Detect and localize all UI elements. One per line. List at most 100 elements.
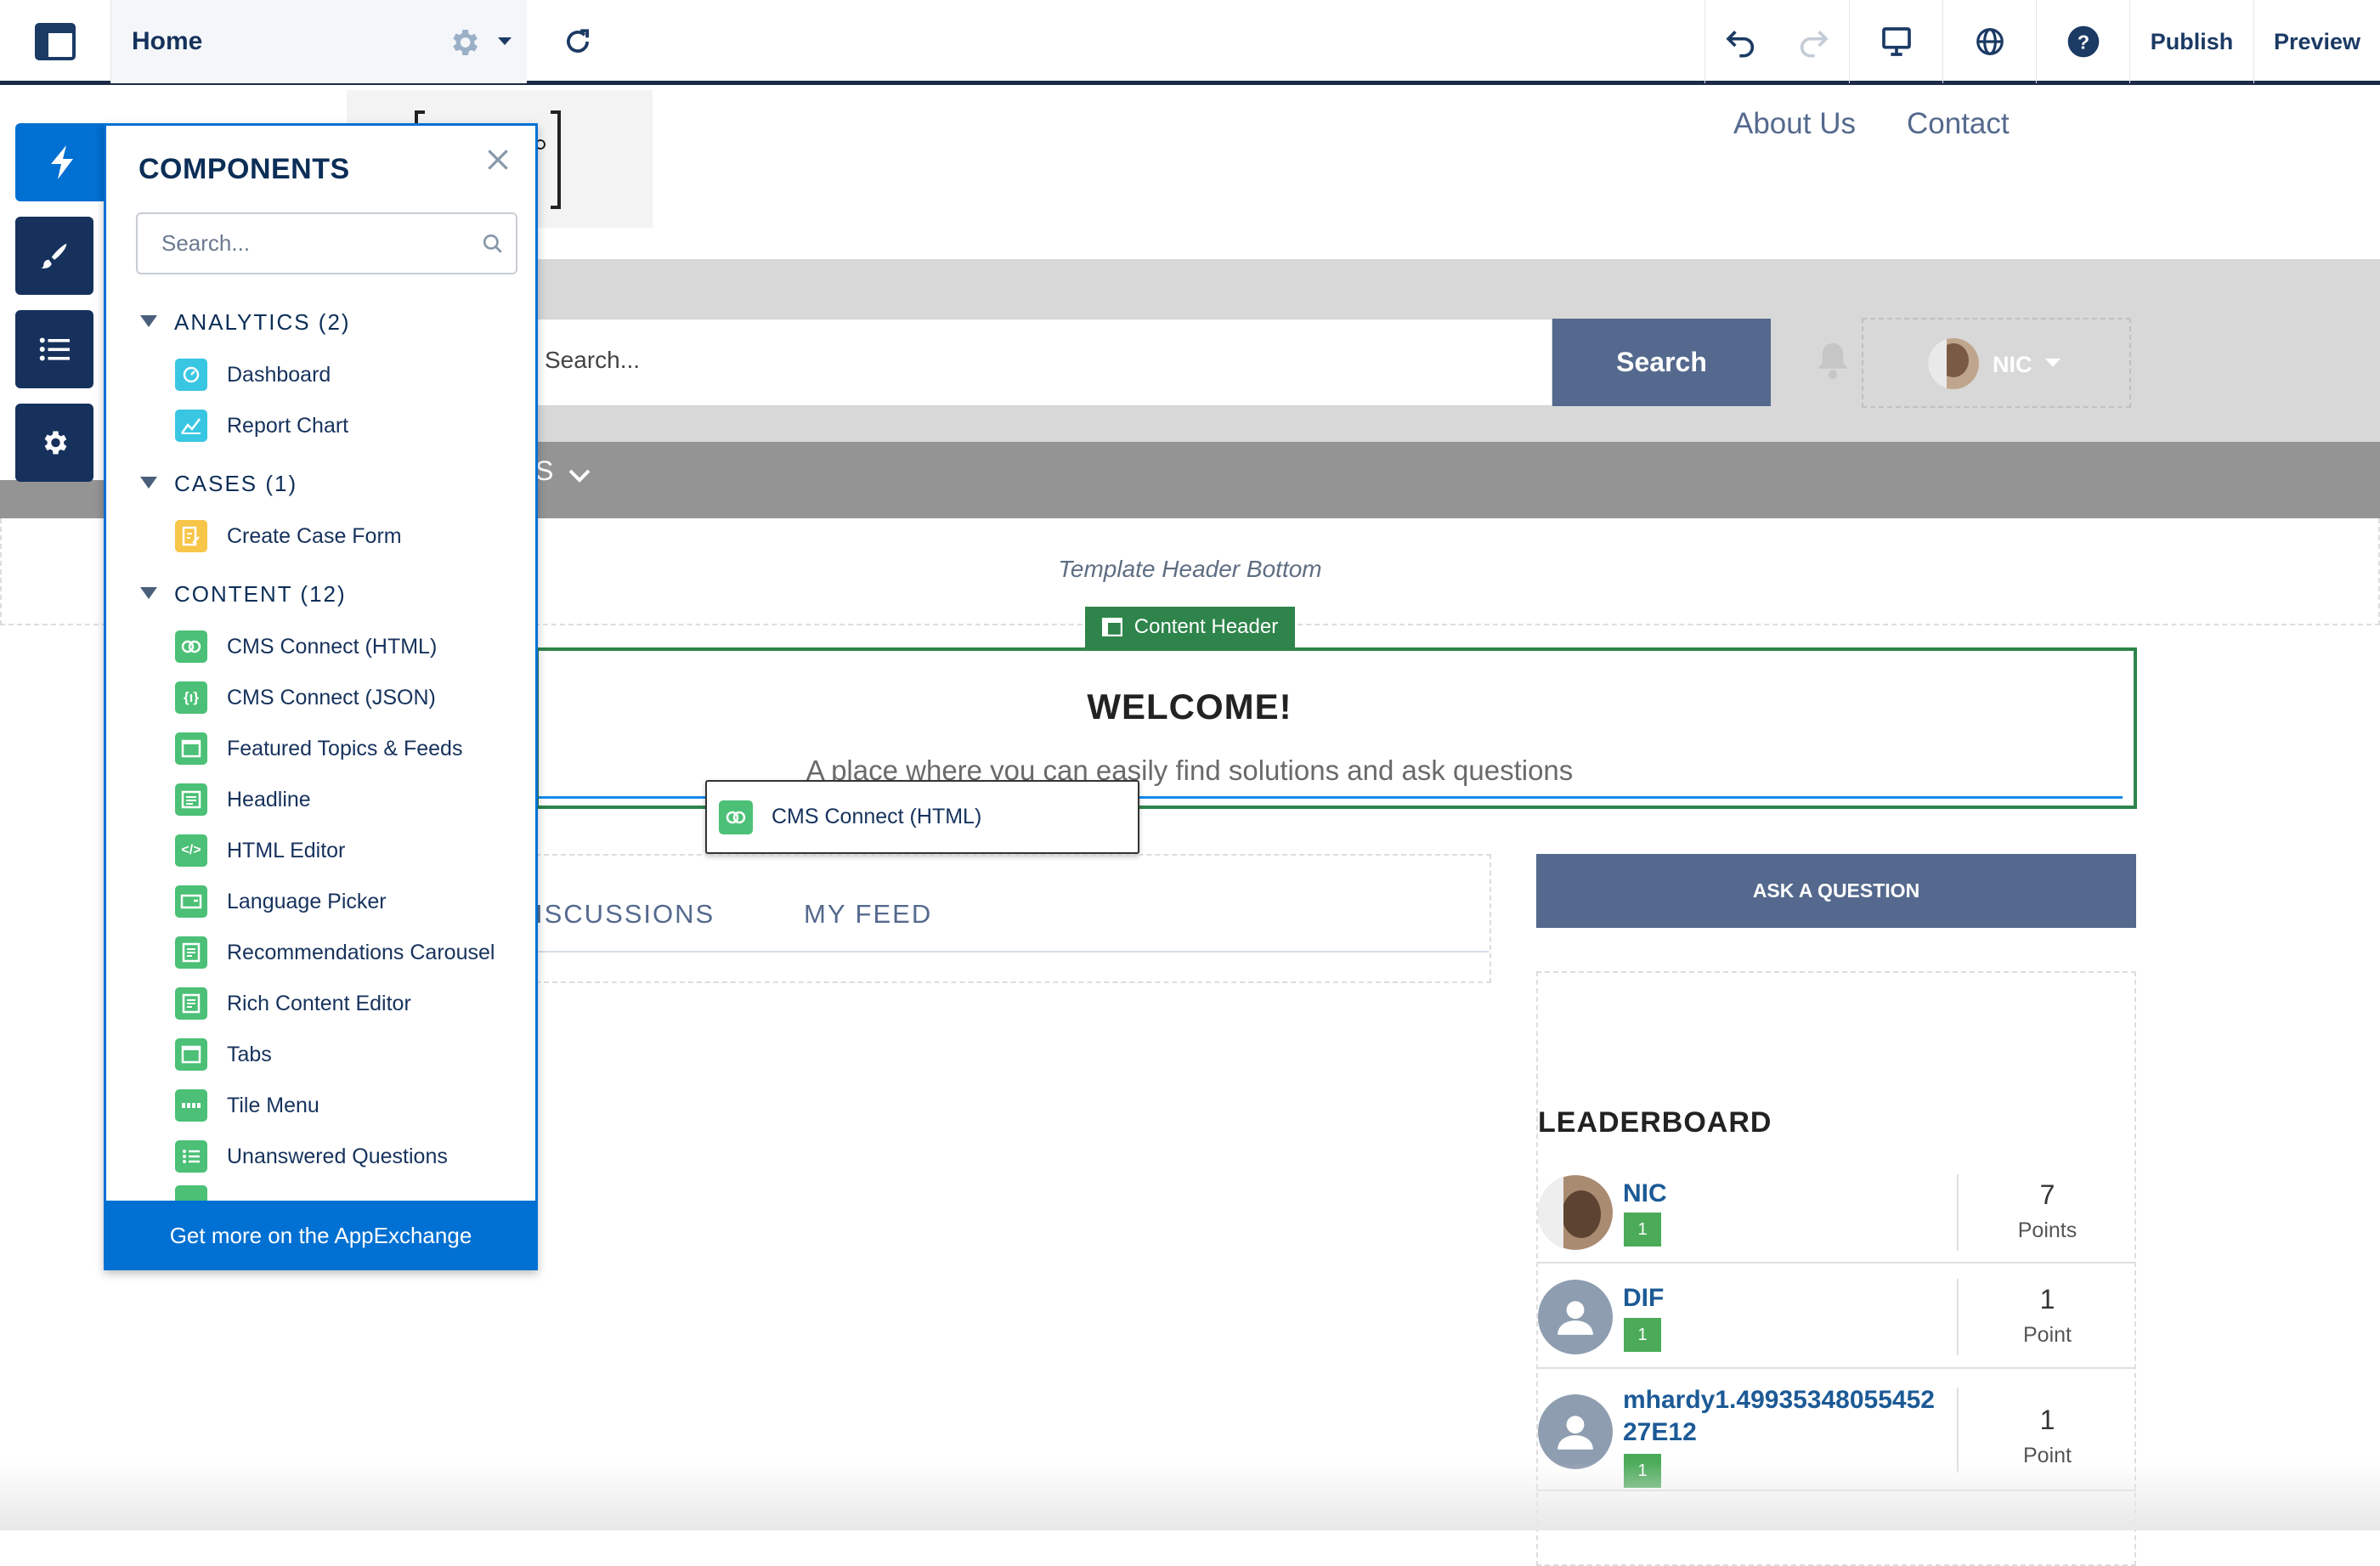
triangle-down-icon	[140, 587, 157, 600]
component-item-cutoff	[175, 1185, 207, 1201]
page-settings-gear-icon[interactable]	[447, 25, 481, 64]
tab-frame-icon	[175, 732, 207, 765]
group-analytics[interactable]: ANALYTICS (2)	[140, 309, 351, 336]
cms-connect-icon	[175, 630, 207, 663]
chevron-down-icon[interactable]	[568, 467, 591, 484]
leaderboard-badge: 1	[1624, 1318, 1661, 1352]
nav-contact[interactable]: Contact	[1907, 107, 2010, 141]
component-label: Unanswered Questions	[227, 1144, 448, 1168]
dashboard-icon	[175, 359, 207, 391]
component-label: Tile Menu	[227, 1093, 319, 1117]
undo-button[interactable]	[1704, 0, 1777, 83]
dragged-component-ghost[interactable]: CMS Connect (HTML)	[705, 780, 1139, 854]
component-item-recommendations-carousel[interactable]: Recommendations Carousel	[175, 936, 495, 970]
redo-icon	[1800, 31, 1829, 58]
bell-icon[interactable]	[1815, 340, 1851, 387]
tab-frame-icon	[175, 1038, 207, 1071]
component-item-headline[interactable]: Headline	[175, 783, 311, 817]
component-label: Headline	[227, 787, 311, 811]
component-item-unanswered-questions[interactable]: Unanswered Questions	[175, 1139, 448, 1173]
ask-question-button[interactable]: ASK A QUESTION	[1536, 854, 2136, 928]
leaderboard-points: 1	[2039, 1284, 2055, 1314]
leaderboard-user-name[interactable]: DIF	[1623, 1284, 1664, 1313]
settings-rail-button[interactable]	[15, 404, 93, 482]
page-selector[interactable]: Home	[110, 0, 527, 83]
component-item-rich-content-editor[interactable]: Rich Content Editor	[175, 987, 411, 1020]
leaderboard-user-name-line2[interactable]: 27E12	[1623, 1418, 1697, 1447]
user-profile-menu[interactable]: NIC	[1862, 318, 2131, 408]
page-structure-rail-button[interactable]	[15, 310, 93, 388]
redo-button[interactable]	[1777, 0, 1849, 83]
builder-side-rail	[0, 123, 110, 482]
close-icon[interactable]	[484, 146, 512, 178]
builder-toolbar: Home ? Publish Preview	[0, 0, 2380, 85]
components-rail-button[interactable]	[15, 123, 110, 201]
triangle-down-icon	[140, 315, 157, 328]
component-label: Recommendations Carousel	[227, 940, 495, 964]
desktop-icon	[1881, 27, 1911, 56]
appexchange-link[interactable]: Get more on the AppExchange	[104, 1201, 538, 1270]
component-item-language-picker[interactable]: Language Picker	[175, 885, 387, 919]
component-label: CMS Connect (JSON)	[227, 685, 436, 710]
brush-icon	[41, 243, 67, 269]
leaderboard-points-unit: Points	[2017, 1218, 2078, 1242]
site-search-placeholder: Search...	[545, 347, 641, 373]
triangle-down-icon	[140, 477, 157, 489]
refresh-button[interactable]	[527, 0, 629, 83]
content-header-tag-label: Content Header	[1133, 615, 1279, 638]
page-name: Home	[132, 27, 203, 55]
component-item-report-chart[interactable]: Report Chart	[175, 409, 348, 443]
publish-button[interactable]: Publish	[2129, 0, 2253, 83]
group-content[interactable]: CONTENT (12)	[140, 581, 347, 608]
leaderboard-user-name[interactable]: NIC	[1623, 1179, 1667, 1208]
tab-discussions[interactable]: ISCUSSIONS	[535, 899, 715, 930]
component-item-cms-connect-json[interactable]: {ı} CMS Connect (JSON)	[175, 681, 436, 715]
nav-menu-topics[interactable]: S	[535, 455, 555, 487]
component-item-create-case-form[interactable]: Create Case Form	[175, 519, 402, 553]
code-icon: </>	[175, 834, 207, 867]
document-icon	[175, 936, 207, 969]
site-search-input[interactable]: Search...	[535, 319, 1552, 406]
chevron-down-icon[interactable]	[498, 37, 512, 45]
help-icon: ?	[2067, 25, 2099, 58]
refresh-icon	[567, 29, 589, 53]
window-bottom-fade	[0, 1461, 2380, 1530]
avatar-placeholder-icon	[1538, 1280, 1613, 1354]
leaderboard-points: 7	[2039, 1179, 2055, 1210]
theme-rail-button[interactable]	[15, 217, 93, 295]
leaderboard-user-name-line1[interactable]: mhardy1.49935348055452	[1623, 1386, 1935, 1415]
component-item-featured-topics-feeds[interactable]: Featured Topics & Feeds	[175, 732, 462, 766]
search-icon	[483, 234, 502, 253]
site-search-button[interactable]: Search	[1552, 319, 1771, 406]
leaderboard-points-unit: Point	[2023, 1323, 2072, 1347]
welcome-title: WELCOME!	[1087, 687, 1292, 726]
group-cases[interactable]: CASES (1)	[140, 471, 297, 497]
dragged-component-label: CMS Connect (HTML)	[772, 805, 982, 828]
component-label: Create Case Form	[227, 523, 402, 548]
component-item-dashboard[interactable]: Dashboard	[175, 358, 331, 392]
help-button[interactable]: ?	[2036, 0, 2129, 83]
component-item-cms-connect-html[interactable]: CMS Connect (HTML)	[175, 630, 437, 664]
page-structure-button[interactable]	[0, 0, 110, 83]
document-icon	[175, 987, 207, 1020]
nav-about-us[interactable]: About Us	[1733, 107, 1856, 141]
leaderboard-title: LEADERBOARD	[1538, 1106, 1772, 1139]
svg-text:?: ?	[2077, 31, 2089, 53]
layout-icon	[35, 23, 76, 60]
component-item-tile-menu[interactable]: Tile Menu	[175, 1088, 319, 1122]
components-panel-title: COMPONENTS	[139, 153, 350, 185]
component-label: CMS Connect (HTML)	[227, 634, 438, 659]
list-icon	[39, 337, 70, 361]
content-header-tag[interactable]: Content Header	[1085, 607, 1295, 647]
device-preview-button[interactable]	[1849, 0, 1942, 83]
component-item-tabs[interactable]: Tabs	[175, 1037, 272, 1071]
user-name: NIC	[1993, 352, 2032, 377]
component-label: HTML Editor	[227, 838, 346, 862]
language-button[interactable]	[1942, 0, 2036, 83]
components-search-input[interactable]: Search...	[136, 212, 517, 274]
leaderboard-row: DIF 1 1 Point	[1536, 1265, 2136, 1369]
headline-icon	[175, 783, 207, 816]
preview-button[interactable]: Preview	[2253, 0, 2380, 83]
tab-my-feed[interactable]: MY FEED	[804, 899, 932, 930]
component-item-html-editor[interactable]: </> HTML Editor	[175, 834, 345, 868]
